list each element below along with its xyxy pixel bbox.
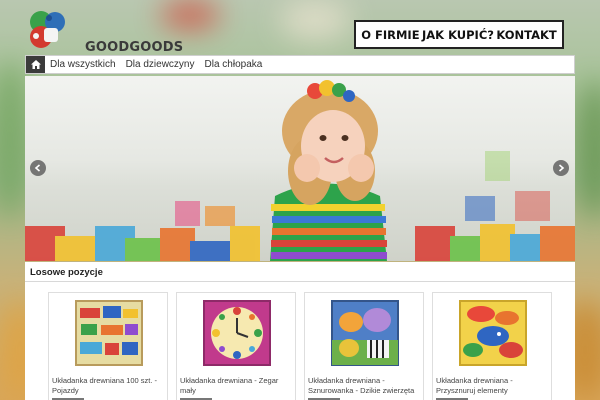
product-image-clock-puzzle [203, 300, 271, 366]
brand-name: GOODGOODS [85, 40, 184, 55]
puzzle-logo-icon [30, 11, 65, 48]
product-card[interactable]: Układanka drewniana - Sznurowanka - Dzik… [304, 292, 424, 400]
nav-kontakt[interactable]: KONTAKT [496, 28, 556, 42]
home-icon [30, 60, 41, 69]
nav-jak-kupic[interactable]: JAK KUPIĆ? [422, 28, 494, 42]
product-card[interactable]: Układanka drewniana - Przysznuruj elemen… [432, 292, 552, 400]
product-grid: Układanka drewniana 100 szt. - Pojazdy U… [48, 292, 553, 400]
product-name[interactable]: Układanka drewniana - Sznurowanka - Dzik… [308, 376, 422, 395]
product-image-vehicles-puzzle [75, 300, 143, 366]
chevron-right-icon [558, 164, 565, 172]
product-name[interactable]: Układanka drewniana - Zegar mały [180, 376, 294, 395]
product-name[interactable]: Układanka drewniana 100 szt. - Pojazdy [52, 376, 166, 395]
slider-prev-button[interactable] [30, 160, 46, 176]
slider-next-button[interactable] [553, 160, 569, 176]
hero-slider[interactable] [25, 76, 575, 261]
category-dla-wszystkich[interactable]: Dla wszystkich [45, 56, 121, 73]
background-blur [575, 80, 600, 220]
category-dla-chlopaka[interactable]: Dla chłopaka [200, 56, 268, 73]
nav-o-firmie[interactable]: O FIRMIE [361, 28, 419, 42]
product-image-sea-puzzle [459, 300, 527, 366]
product-name[interactable]: Układanka drewniana - Przysznuruj elemen… [436, 376, 550, 395]
chevron-left-icon [34, 164, 41, 172]
random-items-section: Losowe pozycje Układanka drewniana 100 s… [25, 262, 575, 400]
top-nav: O FIRMIE JAK KUPIĆ? KONTAKT [354, 20, 564, 49]
product-card[interactable]: Układanka drewniana - Zegar mały [176, 292, 296, 400]
product-image-wild-animals-puzzle [331, 300, 399, 366]
divider [25, 281, 575, 282]
hero-image [25, 80, 575, 261]
section-title: Losowe pozycje [30, 267, 103, 278]
category-nav: Dla wszystkich Dla dziewczyny Dla chłopa… [25, 55, 575, 74]
site-logo[interactable]: GOODGOODS [28, 10, 183, 55]
category-dla-dziewczyny[interactable]: Dla dziewczyny [121, 56, 200, 73]
home-button[interactable] [26, 56, 45, 73]
product-card[interactable]: Układanka drewniana 100 szt. - Pojazdy [48, 292, 168, 400]
site-header: GOODGOODS O FIRMIE JAK KUPIĆ? KONTAKT [0, 0, 600, 56]
